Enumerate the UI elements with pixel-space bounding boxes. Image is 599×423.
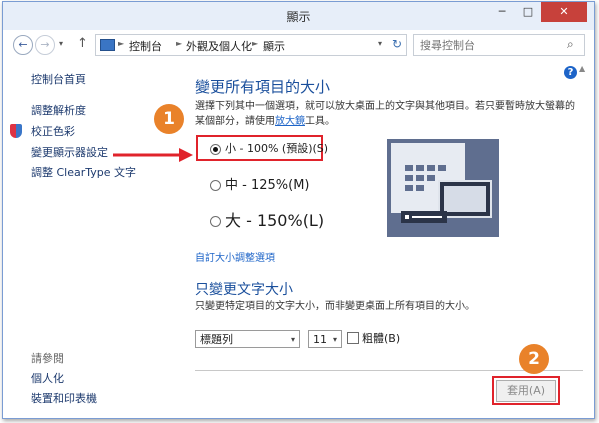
heading-change-text: 只變更文字大小: [195, 282, 293, 298]
breadcrumb-separator-icon[interactable]: ►: [176, 39, 182, 48]
description-text-end: 工具。: [305, 116, 335, 127]
item-select[interactable]: 標題列 ▾: [195, 330, 300, 348]
step-2-marker: 2: [519, 344, 549, 374]
monitor-icon: [100, 39, 115, 51]
radio-dot: [210, 216, 221, 227]
custom-sizing-link[interactable]: 自訂大小調整選項: [195, 249, 275, 264]
chevron-down-icon: ▾: [332, 335, 337, 344]
address-row: ← → ▾ ↑ ► 控制台 ► 外觀及個人化 ► 顯示 ▾ ↻ ⌕: [3, 30, 594, 60]
address-dropdown-icon[interactable]: ▾: [378, 39, 382, 48]
search-input[interactable]: [418, 37, 562, 53]
radio-large-label: 大 - 150%(L): [225, 211, 325, 230]
step-1-marker: 1: [154, 104, 184, 134]
forward-button[interactable]: →: [35, 35, 55, 55]
see-also-title: 請參閱: [31, 352, 64, 365]
breadcrumb-separator-icon[interactable]: ►: [252, 39, 258, 48]
item-select-value: 標題列: [200, 333, 233, 346]
radio-medium-label: 中 - 125%(M): [225, 178, 310, 193]
scroll-up-icon[interactable]: ▲: [579, 64, 585, 73]
close-button[interactable]: ✕: [541, 2, 587, 22]
search-icon[interactable]: ⌕: [567, 37, 574, 52]
radio-small[interactable]: 小 - 100% (預設)(S): [210, 140, 328, 156]
heading-change-size: 變更所有項目的大小: [195, 78, 331, 96]
radio-dot-selected: [210, 143, 221, 155]
font-size-value: 11: [313, 333, 327, 346]
maximize-button[interactable]: □: [515, 2, 541, 22]
sidebar-item-devices-printers[interactable]: 裝置和印表機: [31, 390, 97, 406]
minimize-button[interactable]: ─: [489, 2, 515, 22]
magnifier-link[interactable]: 放大鏡: [275, 116, 305, 127]
description-change-text: 只變更特定項目的文字大小，而非變更桌面上所有項目的大小。: [195, 301, 475, 312]
title-bar: 顯示 ─ □ ✕: [3, 2, 594, 30]
sidebar-item-calibrate-color[interactable]: 校正色彩: [31, 123, 75, 139]
control-panel-window: 顯示 ─ □ ✕ ← → ▾ ↑ ► 控制台 ► 外觀及個人化 ► 顯示 ▾ ↻…: [2, 1, 595, 419]
radio-dot: [210, 180, 221, 191]
radio-small-label: 小 - 100% (預設)(S): [225, 142, 329, 155]
radio-large[interactable]: 大 - 150%(L): [210, 207, 324, 231]
help-icon[interactable]: ?: [564, 66, 577, 79]
sidebar-item-home[interactable]: 控制台首頁: [31, 71, 86, 87]
radio-medium[interactable]: 中 - 125%(M): [210, 174, 309, 193]
search-box[interactable]: ⌕: [413, 34, 585, 56]
recent-locations-dropdown[interactable]: ▾: [59, 39, 63, 48]
display-preview-image: [387, 139, 499, 237]
annotation-arrow: [113, 148, 193, 162]
sidebar-item-cleartype[interactable]: 調整 ClearType 文字: [31, 164, 136, 180]
font-size-select[interactable]: 11 ▾: [308, 330, 342, 348]
breadcrumb-appearance[interactable]: 外觀及個人化: [186, 38, 252, 54]
sidebar-item-display-settings[interactable]: 變更顯示器設定: [31, 144, 108, 160]
bold-checkbox[interactable]: [347, 332, 359, 344]
description-text: 選擇下列其中一個選項，就可以放大桌面上的文字與其他項目。若只要暫時放大螢幕的某個…: [195, 101, 575, 127]
apply-button[interactable]: 套用(A): [496, 380, 556, 402]
bold-checkbox-label[interactable]: 粗體(B): [362, 330, 400, 346]
sidebar-item-resolution[interactable]: 調整解析度: [31, 102, 86, 118]
description-change-size: 選擇下列其中一個選項，就可以放大桌面上的文字與其他項目。若只要暫時放大螢幕的某個…: [195, 99, 575, 129]
up-button[interactable]: ↑: [77, 36, 88, 51]
chevron-down-icon: ▾: [290, 335, 295, 344]
shield-icon: [10, 124, 22, 138]
breadcrumb-separator-icon[interactable]: ►: [118, 39, 124, 48]
sidebar-item-personalization[interactable]: 個人化: [31, 370, 64, 386]
back-button[interactable]: ←: [13, 35, 33, 55]
refresh-icon[interactable]: ↻: [392, 37, 402, 51]
address-bar[interactable]: ► 控制台 ► 外觀及個人化 ► 顯示 ▾ ↻: [95, 34, 407, 56]
breadcrumb-display[interactable]: 顯示: [263, 38, 285, 54]
breadcrumb-control-panel[interactable]: 控制台: [129, 38, 162, 54]
